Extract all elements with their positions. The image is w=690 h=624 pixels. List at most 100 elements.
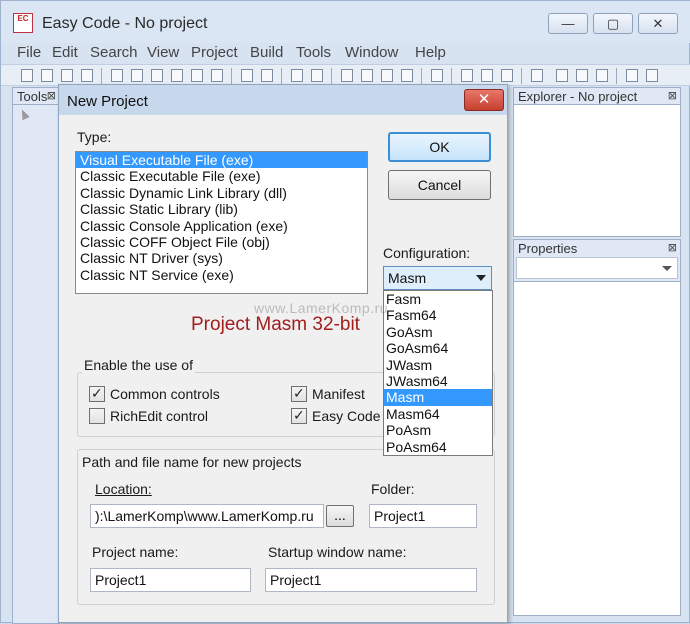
dropdown-option[interactable]: PoAsm64 bbox=[384, 439, 492, 455]
copy-icon[interactable] bbox=[171, 69, 183, 82]
chevron-down-icon[interactable] bbox=[476, 275, 486, 281]
configuration-select[interactable]: Masm bbox=[383, 266, 492, 290]
menu-tools[interactable]: Tools bbox=[296, 44, 331, 61]
dropdown-option[interactable]: Fasm64 bbox=[384, 307, 492, 323]
title-bar[interactable]: EC Easy Code - No project — ▢ ✕ bbox=[1, 1, 690, 43]
enable-group-label: Enable the use of bbox=[82, 357, 195, 373]
module-icon[interactable] bbox=[501, 69, 513, 82]
menu-build[interactable]: Build bbox=[250, 44, 283, 61]
list-item[interactable]: Classic Dynamic Link Library (dll) bbox=[76, 185, 367, 201]
dialog-title-bar[interactable]: New Project ✕ bbox=[59, 85, 507, 115]
list-item[interactable]: Classic NT Service (exe) bbox=[76, 267, 367, 283]
stop-icon[interactable] bbox=[646, 69, 658, 82]
dropdown-option[interactable]: Fasm bbox=[384, 291, 492, 307]
manifest-label[interactable]: Manifest bbox=[312, 386, 365, 402]
list-item[interactable]: Visual Executable File (exe) bbox=[76, 152, 367, 169]
configuration-dropdown[interactable]: Fasm Fasm64 GoAsm GoAsm64 JWasm JWasm64 … bbox=[383, 290, 493, 456]
properties-object-select[interactable] bbox=[516, 257, 678, 279]
path-group-label: Path and file name for new projects bbox=[82, 454, 302, 470]
next-bookmark-icon[interactable] bbox=[381, 69, 393, 82]
cancel-button[interactable]: Cancel bbox=[388, 170, 491, 200]
close-button[interactable]: ✕ bbox=[638, 13, 678, 34]
list-item[interactable]: Classic Executable File (exe) bbox=[76, 168, 367, 184]
easy-code-checkbox[interactable]: ✓ bbox=[291, 407, 307, 424]
indent-icon[interactable] bbox=[291, 69, 303, 82]
toolbar-separator bbox=[421, 68, 422, 84]
bookmark-icon[interactable] bbox=[341, 69, 353, 82]
align-icon[interactable] bbox=[241, 69, 253, 82]
dropdown-option[interactable]: GoAsm bbox=[384, 324, 492, 340]
build-icon[interactable] bbox=[556, 69, 568, 82]
save-icon[interactable] bbox=[61, 69, 73, 82]
undo-icon[interactable] bbox=[111, 69, 123, 82]
explorer-tree[interactable] bbox=[514, 104, 680, 236]
common-controls-checkbox[interactable]: ✓ bbox=[89, 385, 105, 402]
resource-icon[interactable] bbox=[531, 69, 543, 82]
properties-panel-close-icon[interactable]: ⊠ bbox=[668, 241, 677, 254]
cut-icon[interactable] bbox=[151, 69, 163, 82]
paste-icon[interactable] bbox=[191, 69, 203, 82]
dropdown-option-selected[interactable]: Masm bbox=[384, 389, 492, 406]
explorer-panel-close-icon[interactable]: ⊠ bbox=[668, 89, 677, 102]
list-icon[interactable] bbox=[261, 69, 273, 82]
dropdown-option[interactable]: JWasm64 bbox=[384, 373, 492, 389]
checkmark-icon: ✓ bbox=[293, 385, 305, 401]
dropdown-option[interactable]: PoAsm bbox=[384, 422, 492, 438]
menu-edit[interactable]: Edit bbox=[52, 44, 78, 61]
project-name-input[interactable]: Project1 bbox=[90, 568, 251, 592]
properties-grid[interactable] bbox=[514, 281, 680, 615]
tools-panel-body bbox=[13, 104, 59, 623]
menu-view[interactable]: View bbox=[147, 44, 179, 61]
properties-panel: Properties ⊠ bbox=[513, 239, 681, 616]
tools-panel-close-icon[interactable]: ⊠ bbox=[47, 89, 56, 102]
list-item[interactable]: Classic Static Library (lib) bbox=[76, 201, 367, 217]
configuration-label: Configuration: bbox=[383, 245, 471, 261]
toolbar-separator bbox=[521, 68, 522, 84]
menu-window[interactable]: Window bbox=[345, 44, 398, 61]
maximize-button[interactable]: ▢ bbox=[593, 13, 633, 34]
dropdown-option[interactable]: JWasm bbox=[384, 357, 492, 373]
location-label: Location: bbox=[95, 481, 152, 497]
richedit-control-label[interactable]: RichEdit control bbox=[110, 408, 208, 424]
dropdown-option[interactable]: GoAsm64 bbox=[384, 340, 492, 356]
clear-bookmarks-icon[interactable] bbox=[401, 69, 413, 82]
menu-project[interactable]: Project bbox=[191, 44, 238, 61]
outdent-icon[interactable] bbox=[311, 69, 323, 82]
toolbar-separator bbox=[616, 68, 617, 84]
rebuild-icon[interactable] bbox=[576, 69, 588, 82]
common-controls-label[interactable]: Common controls bbox=[110, 386, 220, 402]
window-icon[interactable] bbox=[461, 69, 473, 82]
redo-icon[interactable] bbox=[131, 69, 143, 82]
delete-icon[interactable] bbox=[211, 69, 223, 82]
prev-bookmark-icon[interactable] bbox=[361, 69, 373, 82]
startup-window-input[interactable]: Project1 bbox=[265, 568, 477, 592]
folder-input[interactable]: Project1 bbox=[369, 504, 477, 528]
browse-button[interactable]: ... bbox=[326, 505, 354, 527]
dialog-close-button[interactable]: ✕ bbox=[464, 89, 504, 111]
dialog-icon[interactable] bbox=[481, 69, 493, 82]
list-item[interactable]: Classic Console Application (exe) bbox=[76, 218, 367, 234]
open-file-icon[interactable] bbox=[41, 69, 53, 82]
easy-code-label[interactable]: Easy Code r bbox=[312, 408, 389, 424]
new-file-icon[interactable] bbox=[21, 69, 33, 82]
menu-search[interactable]: Search bbox=[90, 44, 138, 61]
configuration-value: Masm bbox=[388, 270, 427, 286]
compile-icon[interactable] bbox=[596, 69, 608, 82]
find-icon[interactable] bbox=[431, 69, 443, 82]
list-item[interactable]: Classic COFF Object File (obj) bbox=[76, 234, 367, 250]
menu-file[interactable]: File bbox=[17, 44, 41, 61]
explorer-panel-title: Explorer - No project bbox=[518, 89, 638, 104]
manifest-checkbox[interactable]: ✓ bbox=[291, 385, 307, 402]
save-all-icon[interactable] bbox=[81, 69, 93, 82]
run-icon[interactable] bbox=[626, 69, 638, 82]
minimize-button[interactable]: — bbox=[548, 13, 588, 34]
toolbar-separator bbox=[101, 68, 102, 84]
list-item[interactable]: Classic NT Driver (sys) bbox=[76, 250, 367, 266]
watermark: www.LamerKomp.ru bbox=[254, 300, 389, 316]
dropdown-option[interactable]: Masm64 bbox=[384, 406, 492, 422]
menu-help[interactable]: Help bbox=[415, 44, 446, 61]
location-input[interactable]: ):\LamerKomp\www.LamerKomp.ru bbox=[90, 504, 324, 528]
project-type-list[interactable]: Visual Executable File (exe) Classic Exe… bbox=[75, 151, 368, 294]
richedit-control-checkbox[interactable] bbox=[89, 408, 105, 424]
ok-button[interactable]: OK bbox=[388, 132, 491, 162]
